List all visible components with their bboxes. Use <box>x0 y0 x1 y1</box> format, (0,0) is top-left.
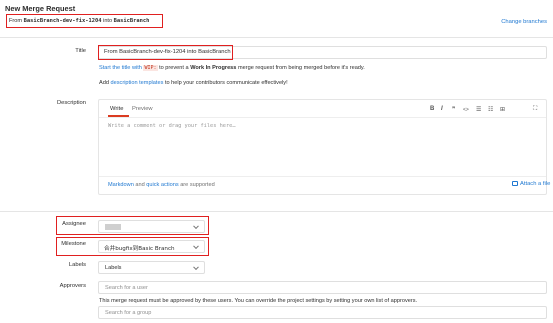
quote-icon[interactable]: ❞ <box>452 106 455 113</box>
wip-hint-link[interactable]: Start the title with <box>99 65 142 71</box>
fullscreen-icon[interactable]: ⛶ <box>533 106 537 113</box>
markdown-and: and <box>135 182 145 188</box>
approver-group-search[interactable]: Search for a group <box>98 306 547 319</box>
attach-file-label: Attach a file <box>520 181 551 187</box>
milestone-highlight <box>56 237 209 256</box>
quick-actions-link[interactable]: quick actions <box>146 182 178 188</box>
page-title: New Merge Request <box>5 4 76 13</box>
wip-hint-mid: to prevent a <box>159 65 189 71</box>
editor-footer-divider <box>99 176 546 177</box>
numbered-list-icon[interactable]: ☷ <box>488 106 493 113</box>
italic-icon[interactable]: I <box>441 106 443 112</box>
templates-suffix: to help your contributors communicate ef… <box>164 80 288 86</box>
markdown-supported: are supported <box>180 182 215 188</box>
labels-select[interactable]: Labels <box>98 261 205 274</box>
table-icon[interactable]: ⊞ <box>500 106 505 113</box>
chevron-down-icon <box>193 263 199 270</box>
labels-value: Labels <box>105 265 122 271</box>
wip-hint-suffix: merge request from being merged before i… <box>237 65 365 71</box>
bullet-list-icon[interactable]: ☰ <box>476 106 481 113</box>
approvers-label: Approvers <box>59 283 86 289</box>
tab-preview[interactable]: Preview <box>132 106 153 112</box>
wip-hint: Start the title with WIP: to prevent a W… <box>99 65 365 71</box>
description-templates-link[interactable]: description templates <box>111 80 164 86</box>
approver-user-placeholder: Search for a user <box>105 285 148 291</box>
assignee-highlight <box>56 216 209 235</box>
approvers-help: This merge request must be approved by t… <box>99 298 418 304</box>
code-icon[interactable]: <> <box>463 107 469 113</box>
markdown-link[interactable]: Markdown <box>108 182 134 188</box>
editor-tab-divider <box>99 117 546 118</box>
attach-file-button[interactable]: Attach a file <box>512 181 550 187</box>
change-branches-link[interactable]: Change branches <box>501 19 547 25</box>
templates-hint: Add description templates to help your c… <box>99 80 288 86</box>
description-label: Description <box>57 100 86 106</box>
header-divider <box>0 37 553 38</box>
branch-highlight <box>6 14 163 28</box>
bold-icon[interactable]: B <box>430 106 434 112</box>
labels-label: Labels <box>68 262 86 268</box>
approver-group-placeholder: Search for a group <box>105 310 152 316</box>
description-divider <box>0 211 553 212</box>
tab-write[interactable]: Write <box>110 106 123 112</box>
title-label: Title <box>75 48 86 54</box>
description-textarea[interactable]: Write a comment or drag your files here… <box>108 123 538 173</box>
wip-hint-bold: Work In Progress <box>190 65 237 71</box>
attach-icon <box>512 181 518 186</box>
templates-prefix: Add <box>99 80 109 86</box>
wip-code: WIP: <box>143 65 158 71</box>
markdown-note: Markdown and quick actions are supported <box>108 182 215 188</box>
approver-user-search[interactable]: Search for a user <box>98 281 547 294</box>
title-highlight <box>98 45 233 60</box>
